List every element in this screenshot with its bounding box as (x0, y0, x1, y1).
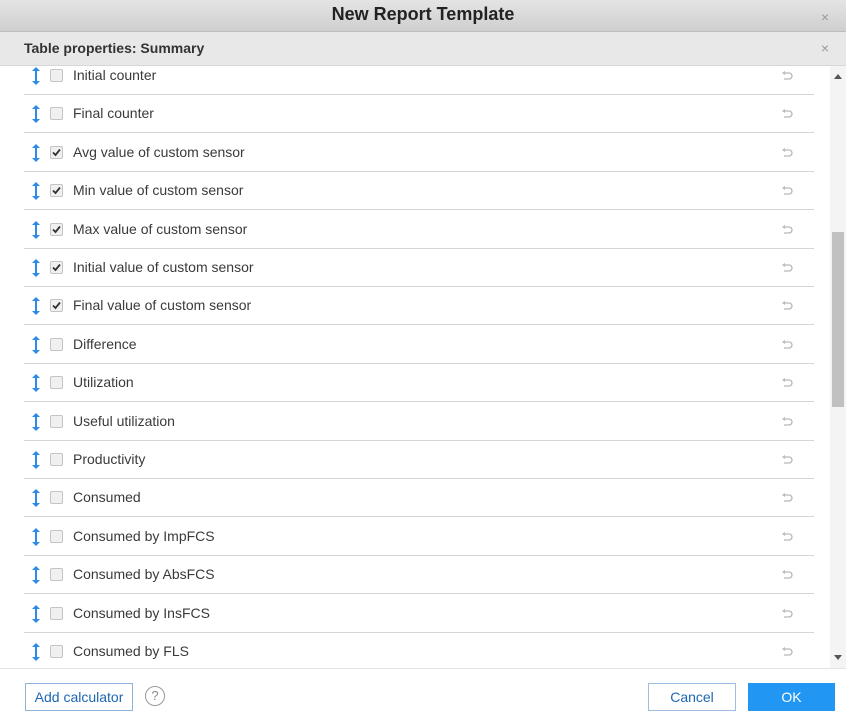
reset-icon[interactable] (780, 147, 794, 159)
column-label: Utilization (73, 374, 134, 391)
reset-icon[interactable] (780, 108, 794, 120)
column-label: Initial value of custom sensor (73, 259, 254, 275)
column-row: Consumed by InsFCS (24, 595, 814, 633)
ok-button[interactable]: OK (748, 683, 835, 711)
vertical-drag-icon[interactable] (31, 488, 41, 508)
add-calculator-button[interactable]: Add calculator (25, 683, 133, 711)
column-label: Consumed (73, 489, 141, 506)
column-label: Consumed by AbsFCS (73, 566, 215, 583)
column-row: Useful utilization (24, 403, 814, 441)
column-label: Final counter (73, 105, 154, 122)
vertical-drag-icon[interactable] (31, 450, 41, 470)
vertical-drag-icon[interactable] (31, 335, 41, 355)
column-row: Max value of custom sensor (24, 211, 814, 249)
column-label: Avg value of custom sensor (73, 143, 245, 160)
vertical-drag-icon[interactable] (31, 258, 41, 278)
column-label: Consumed by InsFCS (73, 604, 210, 621)
vertical-drag-icon[interactable] (31, 642, 41, 662)
column-row: Utilization (24, 364, 814, 403)
checkbox[interactable] (50, 529, 63, 543)
reset-icon[interactable] (780, 300, 794, 312)
vertical-drag-icon[interactable] (31, 66, 41, 86)
vertical-drag-icon[interactable] (31, 373, 41, 393)
checkbox[interactable] (50, 69, 63, 82)
dialog-titlebar: New Report Template × (0, 0, 846, 32)
column-label: Productivity (73, 451, 146, 467)
column-label: Consumed by FLS (73, 643, 189, 659)
scroll-down-arrow-icon[interactable] (834, 655, 842, 660)
scrollbar-thumb[interactable] (832, 232, 844, 407)
column-row: Consumed by AbsFCS (24, 556, 814, 595)
column-list: Initial counter Final counter Avg value of… (0, 66, 846, 668)
reset-icon[interactable] (780, 224, 794, 236)
reset-icon[interactable] (780, 262, 794, 274)
dialog-footer: Add calculator ? Cancel OK (0, 668, 846, 722)
checkbox-checked[interactable] (50, 145, 63, 159)
reset-icon[interactable] (780, 646, 794, 658)
reset-icon[interactable] (780, 185, 794, 197)
checkbox[interactable] (50, 453, 63, 466)
help-icon[interactable]: ? (145, 686, 165, 706)
list-scrollbar[interactable] (830, 66, 846, 668)
vertical-drag-icon[interactable] (31, 104, 41, 124)
dialog-title: New Report Template (331, 4, 515, 24)
checkbox[interactable] (50, 414, 63, 428)
reset-icon[interactable] (780, 454, 794, 466)
column-label: Difference (73, 335, 137, 352)
checkbox-checked[interactable] (50, 222, 63, 236)
column-label: Min value of custom sensor (73, 182, 244, 199)
checkbox[interactable] (50, 337, 63, 351)
checkbox[interactable] (50, 376, 63, 390)
column-row: Consumed (24, 479, 814, 518)
checkbox[interactable] (50, 568, 63, 582)
column-row: Productivity (24, 441, 814, 479)
vertical-drag-icon[interactable] (31, 412, 41, 432)
reset-icon[interactable] (780, 377, 794, 389)
reset-icon[interactable] (780, 608, 794, 620)
vertical-drag-icon[interactable] (31, 143, 41, 163)
vertical-drag-icon[interactable] (31, 181, 41, 201)
reset-icon[interactable] (780, 492, 794, 504)
panel-title: Table properties: Summary (24, 40, 205, 56)
window-close-icon[interactable]: × (818, 10, 832, 24)
column-label: Max value of custom sensor (73, 220, 248, 237)
reset-icon[interactable] (780, 339, 794, 351)
column-label: Initial counter (73, 67, 157, 83)
column-label: Final value of custom sensor (73, 297, 252, 314)
checkbox[interactable] (50, 645, 63, 658)
checkbox-checked[interactable] (50, 184, 63, 198)
column-row: Consumed by ImpFCS (24, 518, 814, 556)
vertical-drag-icon[interactable] (31, 527, 41, 547)
vertical-drag-icon[interactable] (31, 296, 41, 316)
vertical-drag-icon[interactable] (31, 220, 41, 240)
column-row: Avg value of custom sensor (24, 134, 814, 172)
checkbox[interactable] (50, 491, 63, 505)
panel-close-icon[interactable]: × (818, 41, 832, 55)
checkbox[interactable] (50, 606, 63, 620)
checkbox-checked[interactable] (50, 299, 63, 313)
column-row: Final value of custom sensor (24, 287, 814, 326)
vertical-drag-icon[interactable] (31, 604, 41, 624)
checkbox[interactable] (50, 107, 63, 121)
column-row: Difference (24, 326, 814, 364)
panel-header: Table properties: Summary × (0, 32, 846, 66)
column-row: Min value of custom sensor (24, 172, 814, 211)
checkbox-checked[interactable] (50, 261, 63, 274)
scroll-up-arrow-icon[interactable] (834, 74, 842, 79)
column-row: Initial counter (24, 66, 814, 95)
reset-icon[interactable] (780, 531, 794, 543)
column-row: Final counter (24, 95, 814, 134)
report-template-dialog: New Report Template × Table properties: … (0, 0, 846, 722)
reset-icon[interactable] (780, 569, 794, 581)
column-row: Initial value of custom sensor (24, 249, 814, 287)
column-row: Consumed by FLS (24, 633, 814, 668)
reset-icon[interactable] (780, 416, 794, 428)
reset-icon[interactable] (780, 70, 794, 82)
cancel-button[interactable]: Cancel (648, 683, 736, 711)
column-label: Consumed by ImpFCS (73, 527, 215, 544)
vertical-drag-icon[interactable] (31, 565, 41, 585)
column-label: Useful utilization (73, 412, 175, 429)
